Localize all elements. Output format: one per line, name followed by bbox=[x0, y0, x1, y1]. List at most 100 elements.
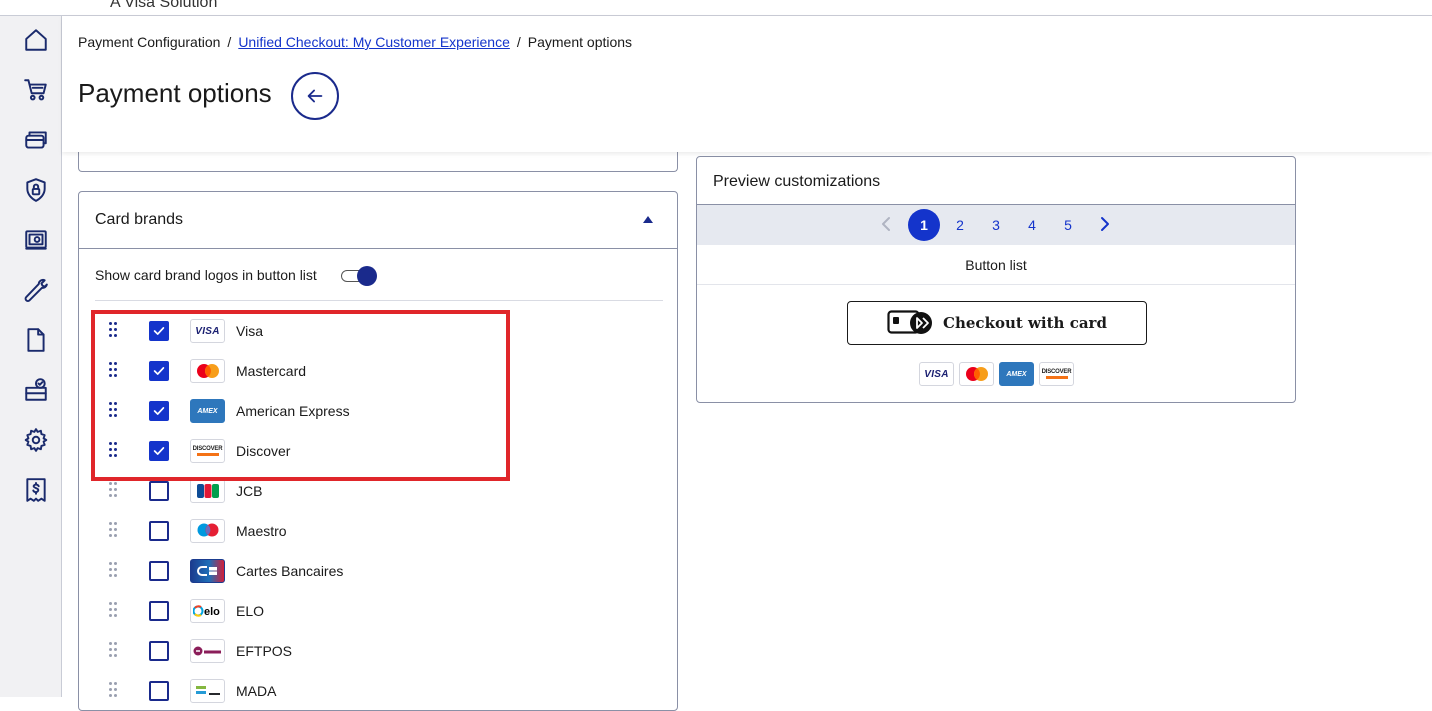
checkmark-icon bbox=[153, 407, 165, 415]
shield-lock-icon[interactable] bbox=[22, 176, 50, 204]
checkout-with-card-button[interactable]: Checkout with card bbox=[847, 301, 1147, 345]
elo-checkbox[interactable] bbox=[149, 601, 169, 621]
chevron-left-icon bbox=[882, 217, 890, 231]
checkmark-icon bbox=[153, 447, 165, 455]
brand-row-eftpos: EFTPOS bbox=[79, 632, 677, 672]
drag-handle-icon[interactable] bbox=[109, 482, 119, 500]
brand-row-amex: AMEX American Express bbox=[79, 392, 677, 432]
brand-name-amex: American Express bbox=[236, 403, 350, 419]
brand-row-elo: elo ELO bbox=[79, 592, 677, 632]
breadcrumb-link-unified-checkout[interactable]: Unified Checkout: My Customer Experience bbox=[238, 34, 510, 50]
drag-handle-icon[interactable] bbox=[109, 642, 119, 660]
preview-visa-logo: VISA bbox=[919, 362, 954, 386]
next-page-button[interactable] bbox=[1094, 214, 1114, 234]
brand-row-jcb: JCB bbox=[79, 472, 677, 512]
drag-handle-icon[interactable] bbox=[109, 442, 119, 460]
cartes-bancaires-checkbox[interactable] bbox=[149, 561, 169, 581]
card-brands-panel: Card brands Show card brand logos in but… bbox=[78, 191, 678, 711]
drag-handle-icon[interactable] bbox=[109, 562, 119, 580]
receipt-icon[interactable] bbox=[22, 476, 50, 504]
home-icon[interactable] bbox=[22, 26, 50, 54]
side-navigation bbox=[0, 16, 62, 697]
toggle-knob bbox=[357, 266, 377, 286]
mada-checkbox[interactable] bbox=[149, 681, 169, 701]
brand-name-cartes-bancaires: Cartes Bancaires bbox=[236, 563, 344, 579]
brand-name-jcb: JCB bbox=[236, 483, 263, 499]
amex-checkbox[interactable] bbox=[149, 401, 169, 421]
brand-subtitle: A Visa Solution bbox=[110, 0, 218, 11]
preview-mastercard-logo bbox=[959, 362, 994, 386]
card-contactless-icon bbox=[887, 310, 933, 334]
prev-page-button[interactable] bbox=[877, 214, 897, 234]
arrow-left-icon bbox=[307, 89, 323, 103]
preview-discover-logo-text: DISCOVER bbox=[1041, 369, 1072, 375]
brand-name-elo: ELO bbox=[236, 603, 265, 619]
brand-row-visa: VISA Visa bbox=[79, 312, 677, 352]
preview-header: Preview customizations bbox=[697, 157, 1295, 205]
mastercard-checkbox[interactable] bbox=[149, 361, 169, 381]
show-logos-toggle[interactable] bbox=[341, 266, 377, 286]
visa-checkbox[interactable] bbox=[149, 321, 169, 341]
cards-icon[interactable] bbox=[22, 126, 50, 154]
checkmark-icon bbox=[153, 327, 165, 335]
inbox-check-icon[interactable] bbox=[22, 376, 50, 404]
breadcrumb-payment-configuration: Payment Configuration bbox=[78, 34, 221, 50]
cartes-bancaires-logo bbox=[190, 559, 225, 583]
drag-handle-icon[interactable] bbox=[109, 362, 119, 380]
mada-logo bbox=[190, 679, 225, 703]
gear-icon[interactable] bbox=[22, 426, 50, 454]
eftpos-logo bbox=[190, 639, 225, 663]
preview-visa-logo-text: VISA bbox=[924, 368, 949, 380]
checkout-button-label: Checkout with card bbox=[943, 314, 1107, 332]
page-3-button[interactable]: 3 bbox=[980, 209, 1012, 241]
page-4-button[interactable]: 4 bbox=[1016, 209, 1048, 241]
breadcrumb-current: Payment options bbox=[527, 34, 633, 50]
discover-logo: DISCOVER bbox=[190, 439, 225, 463]
amex-logo-text: AMEX bbox=[197, 407, 218, 415]
page-title: Payment options bbox=[78, 78, 272, 108]
preview-view-label: Button list bbox=[697, 245, 1295, 285]
cart-icon[interactable] bbox=[22, 76, 50, 104]
maestro-checkbox[interactable] bbox=[149, 521, 169, 541]
brand-row-mada: MADA bbox=[79, 672, 677, 710]
drag-handle-icon[interactable] bbox=[109, 402, 119, 420]
brand-row-discover: DISCOVER Discover bbox=[79, 432, 677, 472]
drag-handle-icon[interactable] bbox=[109, 322, 119, 340]
brand-name-eftpos: EFTPOS bbox=[236, 643, 293, 659]
collapse-caret-icon[interactable] bbox=[643, 216, 653, 223]
chevron-right-icon bbox=[1101, 217, 1109, 231]
brand-row-mastercard: Mastercard bbox=[79, 352, 677, 392]
breadcrumb-separator: / bbox=[516, 34, 521, 50]
card-brands-header[interactable]: Card brands bbox=[79, 192, 677, 249]
back-button[interactable] bbox=[291, 72, 339, 120]
brand-name-discover: Discover bbox=[236, 443, 291, 459]
logo-toggle-label: Show card brand logos in button list bbox=[95, 267, 317, 283]
jcb-logo bbox=[190, 479, 225, 503]
discover-logo-text: DISCOVER bbox=[192, 446, 223, 452]
preview-pagination: 1 2 3 4 5 bbox=[697, 205, 1295, 245]
eftpos-checkbox[interactable] bbox=[149, 641, 169, 661]
document-icon[interactable] bbox=[22, 326, 50, 354]
drag-handle-icon[interactable] bbox=[109, 602, 119, 620]
elo-logo: elo bbox=[190, 599, 225, 623]
top-header: A Visa Solution bbox=[0, 0, 1432, 16]
wrench-icon[interactable] bbox=[22, 276, 50, 304]
preview-discover-logo: DISCOVER bbox=[1039, 362, 1074, 386]
mastercard-logo bbox=[190, 359, 225, 383]
preview-title: Preview customizations bbox=[713, 173, 881, 190]
drag-handle-icon[interactable] bbox=[109, 522, 119, 540]
brand-row-cartes-bancaires: Cartes Bancaires bbox=[79, 552, 677, 592]
safe-icon[interactable] bbox=[22, 226, 50, 254]
brand-name-maestro: Maestro bbox=[236, 523, 287, 539]
page-2-button[interactable]: 2 bbox=[944, 209, 976, 241]
svg-text:elo: elo bbox=[204, 606, 220, 618]
jcb-checkbox[interactable] bbox=[149, 481, 169, 501]
page-1-button[interactable]: 1 bbox=[908, 209, 940, 241]
drag-handle-icon[interactable] bbox=[109, 682, 119, 700]
preview-brand-logos: VISA AMEX DISCOVER bbox=[919, 362, 1074, 386]
preview-amex-logo: AMEX bbox=[999, 362, 1034, 386]
maestro-logo bbox=[190, 519, 225, 543]
discover-checkbox[interactable] bbox=[149, 441, 169, 461]
checkmark-icon bbox=[153, 367, 165, 375]
page-5-button[interactable]: 5 bbox=[1052, 209, 1084, 241]
